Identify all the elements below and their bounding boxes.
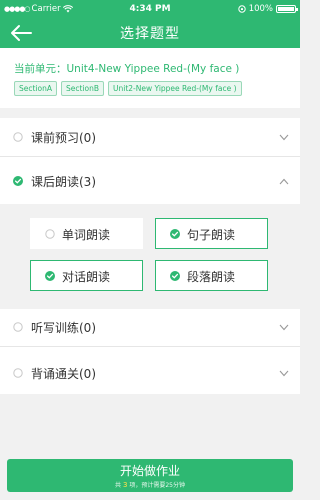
option-word-reading-label: 单词朗读 [62, 228, 111, 242]
chevron-down-icon [279, 370, 289, 377]
status-left: ●●●●○ Carrier [4, 4, 114, 14]
tag-section-b[interactable]: SectionB [61, 81, 105, 96]
check-circle-icon [170, 271, 180, 281]
section-reading[interactable]: 课后朗读(3) [0, 157, 300, 204]
check-circle-icon [45, 271, 55, 281]
tag-unit2[interactable]: Unit2-New Yippee Red-(My face ) [108, 81, 242, 96]
radio-empty-icon [13, 368, 23, 378]
summary-suffix: 项，预计需要25分钟 [129, 482, 185, 489]
chevron-down-icon [279, 134, 289, 141]
status-bar: ●●●●○ Carrier 4:34 PM 100% [0, 0, 300, 17]
back-arrow-icon[interactable] [9, 23, 33, 43]
option-dialog-reading[interactable]: 对话朗读 [30, 260, 143, 291]
section-dictation-label: 听写训练(0) [31, 321, 96, 335]
option-dialog-reading-label: 对话朗读 [62, 270, 111, 284]
section-preview-label: 课前预习(0) [31, 131, 96, 145]
radio-empty-icon [45, 229, 55, 239]
section-reading-label: 课后朗读(3) [31, 175, 96, 189]
tag-section-a[interactable]: SectionA [14, 81, 57, 96]
option-word-reading[interactable]: 单词朗读 [30, 218, 143, 249]
carrier-label: Carrier [31, 3, 61, 14]
section-tags: SectionA SectionB Unit2-New Yippee Red-(… [14, 81, 242, 96]
nav-bar: 选择题型 [0, 17, 300, 48]
section-recitation[interactable]: 背诵通关(0) [0, 347, 300, 394]
reading-options-panel: 单词朗读 句子朗读 对话朗读 段落朗读 [0, 204, 300, 309]
section-recitation-label: 背诵通关(0) [31, 367, 96, 381]
signal-dots-icon: ●●●●○ [4, 4, 31, 13]
status-right: 100% [186, 3, 298, 14]
section-preview[interactable]: 课前预习(0) [0, 118, 300, 156]
status-time: 4:34 PM [129, 3, 171, 14]
unit-card: 当前单元：Unit4-New Yippee Red-(My face ) [0, 48, 300, 108]
radio-empty-icon [13, 322, 23, 332]
chevron-up-icon [279, 178, 289, 185]
wifi-icon [62, 4, 73, 12]
start-homework-button[interactable]: 开始做作业 共 3 项，预计需要25分钟 [7, 459, 293, 492]
summary-prefix: 共 [115, 482, 122, 489]
start-homework-label: 开始做作业 [119, 464, 180, 478]
radio-empty-icon [13, 132, 23, 142]
page-title: 选择题型 [120, 25, 180, 42]
orientation-lock-icon [237, 4, 246, 13]
homework-summary: 共 3 项，预计需要25分钟 [7, 480, 293, 489]
summary-count: 3 [122, 481, 128, 489]
battery-icon [276, 4, 298, 13]
option-sentence-reading-label: 句子朗读 [187, 228, 236, 242]
check-circle-icon [170, 229, 180, 239]
section-dictation[interactable]: 听写训练(0) [0, 309, 300, 346]
option-paragraph-reading[interactable]: 段落朗读 [155, 260, 268, 291]
current-unit-title: 当前单元：Unit4-New Yippee Red-(My face ) [14, 63, 240, 75]
option-sentence-reading[interactable]: 句子朗读 [155, 218, 268, 249]
chevron-down-icon [279, 324, 289, 331]
battery-percent: 100% [248, 3, 273, 14]
option-paragraph-reading-label: 段落朗读 [187, 270, 236, 284]
check-circle-icon [13, 176, 23, 186]
